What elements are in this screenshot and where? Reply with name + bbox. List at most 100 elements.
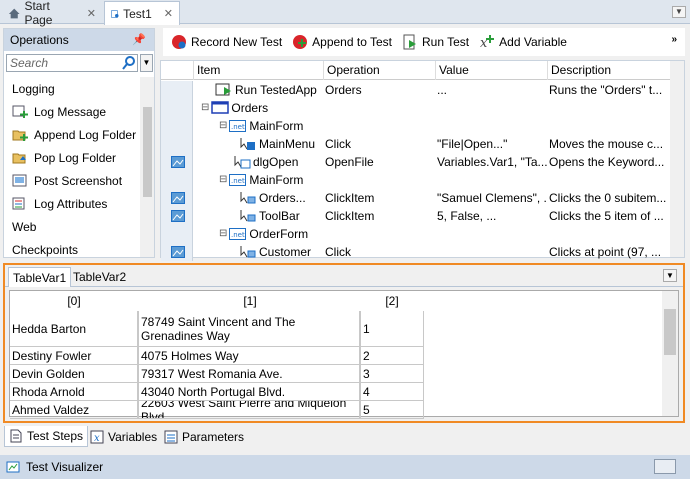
tab-tablevar1[interactable]: TableVar1 [8, 267, 72, 287]
operation-item-post-screenshot[interactable]: Post Screenshot [4, 169, 140, 192]
operations-scroll-thumb[interactable] [143, 107, 152, 197]
test-toolbar: Record New Test Append to Test Run Test … [163, 28, 685, 56]
screenshot-icon[interactable] [171, 156, 185, 168]
cell-value: "File|Open..." [437, 137, 508, 151]
close-icon[interactable]: ✕ [164, 7, 173, 20]
grid-row[interactable]: Run TestedApp Orders... Runs the "Orders" … [161, 81, 671, 99]
grid-scrollbar[interactable] [670, 61, 684, 257]
grid-row[interactable]: ⊟ .net OrderForm [161, 225, 671, 243]
table-cell[interactable]: 3 [360, 365, 424, 383]
row-gutter[interactable] [161, 171, 193, 189]
restore-window-icon[interactable] [654, 459, 676, 474]
pin-icon[interactable]: 📌 [132, 33, 146, 46]
screenshot-icon[interactable] [171, 246, 185, 258]
table-cell[interactable]: 5 [360, 401, 424, 419]
table-cell[interactable]: 22603 West Saint Pierre and Miquelon Blv… [138, 401, 360, 419]
close-icon[interactable]: ✕ [87, 7, 96, 20]
visualizer-tab-dropdown[interactable]: ▼ [663, 269, 677, 282]
operations-category-checkpoints[interactable]: Checkpoints [4, 238, 140, 261]
table-cell[interactable]: 78749 Saint Vincent and The Grenadines W… [138, 311, 360, 347]
operation-label: Logging [12, 81, 55, 96]
row-gutter[interactable] [161, 135, 193, 153]
dotnet-object-icon: .net [229, 119, 247, 133]
operation-item-log-attributes[interactable]: Log Attributes [4, 192, 140, 215]
table-cell[interactable]: 43040 North Portugal Blvd. [138, 383, 360, 401]
row-gutter[interactable] [161, 99, 193, 117]
operations-list: Logging Log Message Append Log Folder Pop L… [4, 77, 140, 261]
table-cell[interactable]: Destiny Fowler [10, 347, 138, 365]
table-cell[interactable]: 2 [360, 347, 424, 365]
column-header-operation[interactable]: Operation [323, 61, 435, 80]
table-cell[interactable]: 4075 Holmes Way [138, 347, 360, 365]
collapse-icon[interactable]: ⊟ [201, 99, 209, 117]
operation-item-pop-log-folder[interactable]: Pop Log Folder [4, 146, 140, 169]
run-test-label: Run Test [422, 35, 470, 49]
operation-item-append-log-folder[interactable]: Append Log Folder [4, 123, 140, 146]
cell-description: Clicks the 5 item of ... [549, 209, 664, 223]
row-gutter[interactable] [161, 117, 193, 135]
search-icon[interactable] [122, 56, 136, 70]
tab-test1[interactable]: Test1 ✕ [104, 1, 180, 25]
screenshot-icon[interactable] [171, 210, 185, 222]
grid-row[interactable]: MainMenu Click "File|Open..." Moves the mou… [161, 135, 671, 153]
grid-row[interactable]: ⊟ Orders [161, 99, 671, 117]
tab-list-dropdown[interactable]: ▼ [672, 6, 686, 18]
grid-row[interactable]: dlgOpen OpenFile Variables.Var1, "Ta... Ope… [161, 153, 671, 171]
operation-item-log-message[interactable]: Log Message [4, 100, 140, 123]
cell-description [549, 117, 671, 135]
collapse-icon[interactable]: ⊟ [219, 171, 227, 189]
table-cell[interactable]: 1 [360, 311, 424, 347]
column-header-item[interactable]: Item [193, 61, 323, 80]
table-cell[interactable]: Ahmed Valdez [10, 401, 138, 419]
tab-parameters[interactable]: Parameters [160, 426, 248, 447]
collapse-icon[interactable]: ⊟ [219, 225, 227, 243]
variable-table-scroll-thumb[interactable] [664, 309, 676, 355]
table-cell[interactable]: 4 [360, 383, 424, 401]
row-gutter[interactable] [161, 189, 193, 207]
table-cell[interactable]: Devin Golden [10, 365, 138, 383]
run-icon [403, 34, 416, 50]
variable-table: [0] [1] [2] Hedda Barton 78749 Saint Vinc… [9, 290, 679, 419]
table-cell[interactable]: Rhoda Arnold [10, 383, 138, 401]
row-gutter[interactable] [161, 225, 193, 243]
dialog-object-icon [233, 155, 251, 169]
row-gutter[interactable] [161, 243, 193, 261]
operations-category-logging[interactable]: Logging [4, 77, 140, 100]
row-gutter[interactable] [161, 207, 193, 225]
grid-row[interactable]: ⊟ .net MainForm [161, 171, 671, 189]
visualizer-icon [6, 461, 20, 473]
tab-test-steps[interactable]: Test Steps [4, 426, 89, 447]
search-options-dropdown[interactable]: ▼ [140, 54, 153, 72]
grid-row[interactable]: Customer Click Clicks at point (97, ... [161, 243, 671, 261]
svg-text:.net: .net [231, 231, 245, 239]
table-cell[interactable]: 79317 West Romania Ave. [138, 365, 360, 383]
tab-tablevar2[interactable]: TableVar2 [69, 267, 130, 287]
screenshot-icon[interactable] [171, 192, 185, 204]
operation-label: Log Attributes [34, 196, 108, 211]
append-to-test-button[interactable]: Append to Test [290, 30, 398, 54]
tab-start-page[interactable]: Start Page ✕ [2, 0, 102, 27]
document-tab-bar: Start Page ✕ Test1 ✕ ▼ [0, 0, 690, 27]
grid-row[interactable]: Orders... ClickItem "Samuel Clemens", ... C… [161, 189, 671, 207]
cell-item-text: dlgOpen [253, 155, 299, 169]
svg-text:.net: .net [231, 177, 245, 185]
grid-row[interactable]: ⊟ .net MainForm [161, 117, 671, 135]
operations-category-web[interactable]: Web [4, 215, 140, 238]
tab-variables[interactable]: x Variables [86, 426, 161, 447]
cell-item-text: MainForm [249, 119, 304, 133]
tab-variables-label: Variables [108, 429, 158, 444]
grid-header: Item Operation Value Description [161, 61, 671, 80]
column-header-description[interactable]: Description [547, 61, 671, 80]
toolbar-overflow-icon[interactable]: » [671, 34, 677, 45]
column-header-value[interactable]: Value [435, 61, 547, 80]
record-new-test-button[interactable]: Record New Test [169, 30, 288, 54]
run-test-button[interactable]: Run Test [400, 30, 475, 54]
table-cell[interactable]: Hedda Barton [10, 311, 138, 347]
row-gutter[interactable] [161, 153, 193, 171]
cell-item-text: OrderForm [249, 227, 309, 241]
row-gutter[interactable] [161, 81, 193, 99]
collapse-icon[interactable]: ⊟ [219, 117, 227, 135]
grid-row[interactable]: ToolBar ClickItem 5, False, ... Clicks the … [161, 207, 671, 225]
operations-search-input[interactable]: Search [6, 54, 138, 72]
add-variable-button[interactable]: x Add Variable [477, 30, 573, 54]
